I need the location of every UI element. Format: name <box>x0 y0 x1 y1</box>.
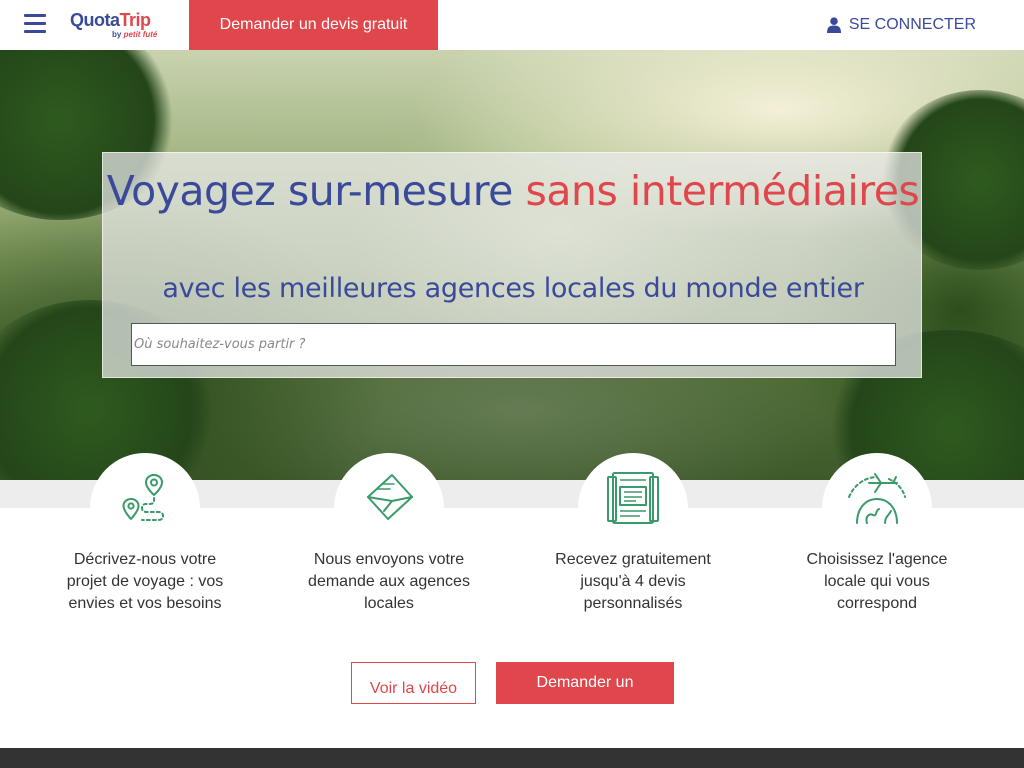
step-text: Recevez gratuitement jusqu'à 4 devis per… <box>555 551 711 612</box>
step-text: Choisissez l'agence locale qui vous corr… <box>806 551 948 612</box>
plane-globe-icon <box>848 473 906 524</box>
step-text: Nous envoyons votre demande aux agences … <box>308 551 470 612</box>
step-text: Décrivez-nous votre projet de voyage : v… <box>66 551 224 612</box>
login-link[interactable]: SE CONNECTER <box>826 16 976 34</box>
watch-video-button[interactable]: Voir la vidéo <box>351 662 476 704</box>
envelope-icon <box>367 474 413 520</box>
brand-trip: Trip <box>119 10 152 30</box>
hero-title: Voyagez sur-mesure sans intermédiaires <box>103 167 923 216</box>
hero-banner: Voyagez sur-mesure sans intermédiaires a… <box>0 50 1024 480</box>
login-label: SE CONNECTER <box>848 16 976 33</box>
top-header: QuotaTrip by petit futé Demander un devi… <box>0 0 1024 50</box>
footer-bar <box>0 748 1024 768</box>
quotatrip-logo[interactable]: QuotaTrip by petit futé <box>70 10 170 44</box>
brand-by: by <box>112 30 122 39</box>
hero-search-panel: Voyagez sur-mesure sans intermédiaires a… <box>102 152 922 378</box>
request-quote-button[interactable]: Demander un devis gratuit <box>189 0 438 50</box>
hero-title-highlight: sans intermédiaires <box>525 167 920 215</box>
destination-search-input[interactable] <box>131 323 896 366</box>
how-it-works: Décrivez-nous votre projet de voyage : v… <box>0 453 1024 653</box>
brand-quota: Quota <box>70 10 120 30</box>
hero-subtitle: avec les meilleures agences locales du m… <box>162 273 864 304</box>
map-route-icon <box>122 474 164 521</box>
menu-icon[interactable] <box>24 14 46 34</box>
user-icon <box>826 17 841 33</box>
request-quote-cta-button[interactable]: Demander un <box>496 662 674 704</box>
hero-title-main: Voyagez sur-mesure <box>106 167 514 215</box>
brand-petit-fute: petit futé <box>123 30 158 39</box>
document-quote-icon <box>607 472 659 524</box>
